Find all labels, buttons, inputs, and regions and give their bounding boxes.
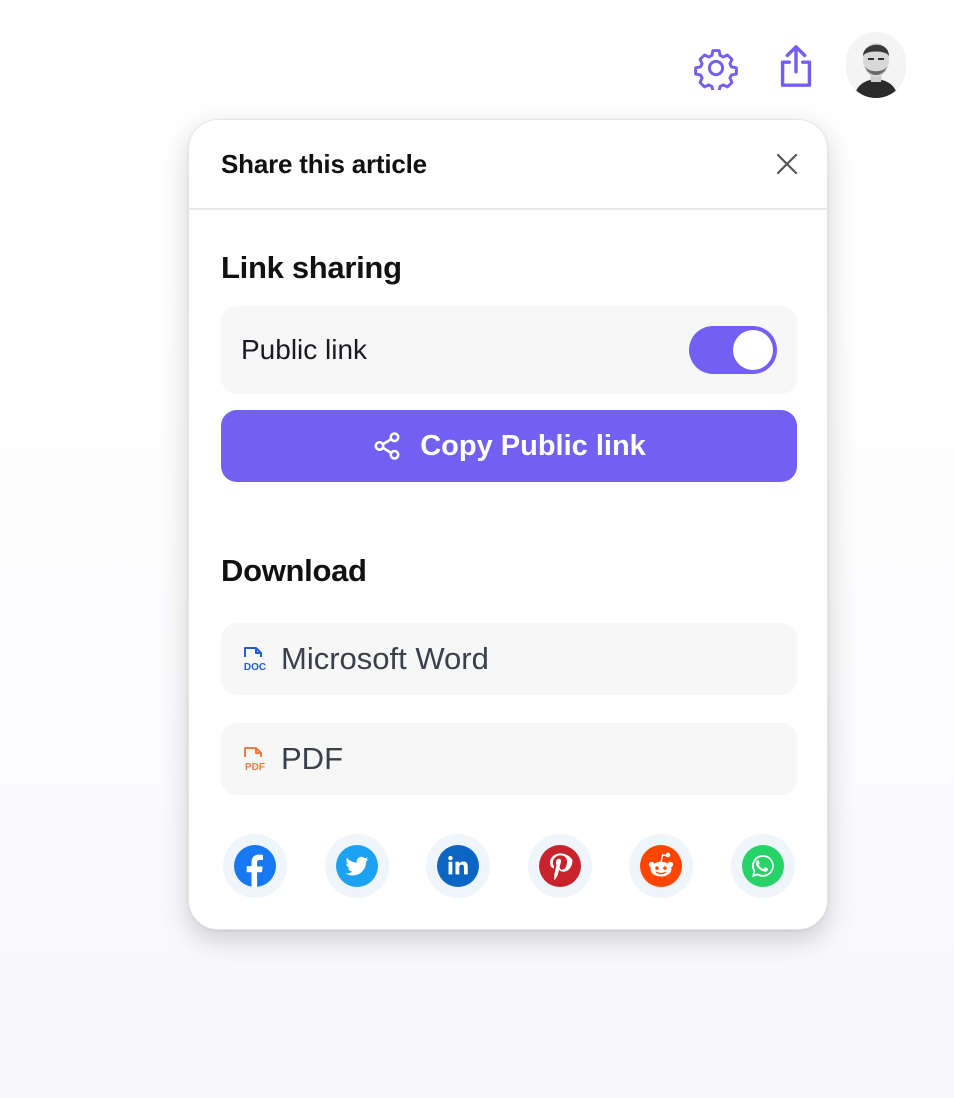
reddit-icon xyxy=(640,845,683,887)
whatsapp-icon xyxy=(741,845,784,887)
facebook-share-button[interactable] xyxy=(223,834,287,898)
doc-file-icon: DOC xyxy=(244,647,266,673)
twitter-icon xyxy=(335,845,378,887)
close-icon xyxy=(776,153,798,175)
pinterest-icon xyxy=(538,845,581,887)
settings-button[interactable] xyxy=(690,42,742,94)
download-pdf-button[interactable]: PDF PDF xyxy=(221,723,797,795)
pinterest-share-button[interactable] xyxy=(527,834,592,898)
download-pdf-label: PDF xyxy=(281,741,343,776)
social-share-row xyxy=(223,834,795,898)
download-heading: Download xyxy=(221,553,367,588)
svg-text:PDF: PDF xyxy=(245,762,265,773)
copy-button-label: Copy Public link xyxy=(420,429,646,462)
avatar[interactable] xyxy=(846,32,906,98)
reddit-share-button[interactable] xyxy=(629,834,694,898)
public-link-toggle[interactable] xyxy=(689,326,777,374)
facebook-icon xyxy=(234,845,276,887)
download-word-button[interactable]: DOC Microsoft Word xyxy=(221,623,797,695)
dialog-title: Share this article xyxy=(221,148,427,179)
share-nodes-icon xyxy=(374,432,400,460)
share-button[interactable] xyxy=(772,40,820,92)
share-upload-icon xyxy=(780,45,812,87)
pdf-file-icon: PDF xyxy=(244,747,265,773)
close-button[interactable] xyxy=(771,148,803,180)
gear-icon xyxy=(694,49,738,90)
copy-public-link-button[interactable]: Copy Public link xyxy=(221,410,797,482)
public-link-label: Public link xyxy=(241,334,368,365)
user-avatar-icon xyxy=(846,32,906,98)
linkedin-share-button[interactable] xyxy=(426,834,491,898)
twitter-share-button[interactable] xyxy=(324,834,389,898)
link-sharing-heading: Link sharing xyxy=(221,250,402,285)
share-dialog: Share this article Link sharing Public l… xyxy=(188,119,828,930)
dialog-header: Share this article xyxy=(189,120,827,210)
download-word-label: Microsoft Word xyxy=(281,641,489,676)
whatsapp-share-button[interactable] xyxy=(730,834,795,898)
public-link-row: Public link xyxy=(221,306,797,394)
linkedin-icon xyxy=(437,845,480,887)
toggle-knob xyxy=(733,330,773,370)
svg-text:DOC: DOC xyxy=(244,662,266,673)
